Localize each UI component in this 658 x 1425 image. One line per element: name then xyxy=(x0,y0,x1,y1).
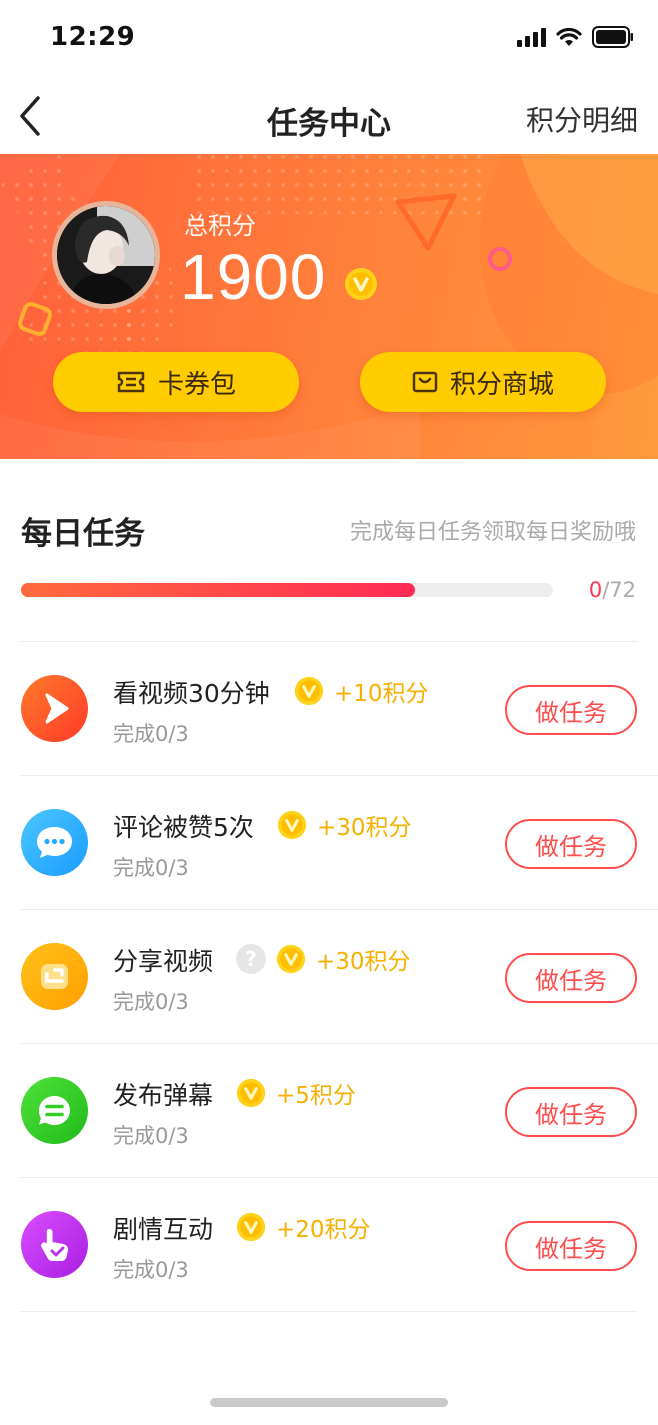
task-progress: 完成0/3 xyxy=(113,990,189,1014)
battery-icon xyxy=(592,26,633,48)
home-indicator[interactable] xyxy=(210,1398,448,1407)
danmaku-icon xyxy=(21,1077,88,1144)
task-item-watch-video: 看视频30分钟 +10积分 完成0/3 做任务 xyxy=(0,642,658,776)
task-name: 评论被赞5次 xyxy=(113,813,254,842)
task-reward-group: +20积分 xyxy=(236,1210,371,1244)
coin-v-icon xyxy=(277,810,307,840)
back-button[interactable] xyxy=(14,94,50,138)
daily-tasks-hint: 完成每日任务领取每日奖励哦 xyxy=(349,520,636,545)
coin-v-icon xyxy=(276,944,306,974)
divider xyxy=(21,1311,637,1312)
wifi-icon xyxy=(556,27,582,46)
points-banner: 总积分 1900 卡券包 积分商城 xyxy=(0,154,658,459)
coin-v-icon xyxy=(236,1212,266,1242)
total-points-value: 1900 xyxy=(180,241,327,313)
do-task-button[interactable]: 做任务 xyxy=(505,1221,637,1271)
comment-icon xyxy=(21,809,88,876)
share-icon xyxy=(21,943,88,1010)
task-progress: 完成0/3 xyxy=(113,722,189,746)
ticket-icon xyxy=(117,371,145,393)
status-time: 12:29 xyxy=(50,22,136,52)
task-reward: +30积分 xyxy=(317,815,412,841)
task-name: 剧情互动 xyxy=(113,1215,214,1244)
task-reward-group: +30积分 xyxy=(277,808,412,842)
daily-tasks-title: 每日任务 xyxy=(21,516,145,552)
do-task-button[interactable]: 做任务 xyxy=(505,685,637,735)
nav-bar: 任务中心 积分明细 xyxy=(0,78,658,154)
task-progress: 完成0/3 xyxy=(113,856,189,880)
task-reward: +10积分 xyxy=(334,681,429,707)
help-icon[interactable]: ? xyxy=(236,944,266,974)
daily-progress-bar xyxy=(21,583,553,597)
task-progress: 完成0/3 xyxy=(113,1124,189,1148)
points-detail-link[interactable]: 积分明细 xyxy=(526,99,638,139)
task-item-share-video: 分享视频 ? +30积分 完成0/3 做任务 xyxy=(0,910,658,1044)
status-icons xyxy=(517,26,634,48)
task-reward-group: +10积分 xyxy=(294,674,429,708)
daily-progress-text: 0/72 xyxy=(589,578,636,602)
daily-progress-fill xyxy=(21,583,415,597)
avatar[interactable] xyxy=(52,201,160,309)
task-reward-group: ? +30积分 xyxy=(236,942,411,976)
task-item-story-interaction: 剧情互动 +20积分 完成0/3 做任务 xyxy=(0,1178,658,1312)
progress-total: /72 xyxy=(602,578,636,602)
points-mall-label: 积分商城 xyxy=(449,369,554,400)
do-task-button[interactable]: 做任务 xyxy=(505,1087,637,1137)
total-points-label: 总积分 xyxy=(184,212,256,240)
status-bar: 12:29 xyxy=(0,0,658,78)
signal-icon xyxy=(517,27,546,47)
task-item-comment-likes: 评论被赞5次 +30积分 完成0/3 做任务 xyxy=(0,776,658,910)
progress-current: 0 xyxy=(588,578,603,602)
coin-v-icon xyxy=(345,268,377,300)
do-task-button[interactable]: 做任务 xyxy=(505,819,637,869)
coupon-wallet-button[interactable]: 卡券包 xyxy=(53,352,299,412)
task-reward: +20积分 xyxy=(276,1217,371,1243)
task-name: 发布弹幕 xyxy=(113,1081,214,1110)
coin-v-icon xyxy=(236,1078,266,1108)
task-reward-group: +5积分 xyxy=(236,1076,356,1110)
task-name: 看视频30分钟 xyxy=(113,679,270,708)
coupon-wallet-label: 卡券包 xyxy=(157,369,236,400)
tap-hand-icon xyxy=(21,1211,88,1278)
points-mall-button[interactable]: 积分商城 xyxy=(360,352,606,412)
task-progress: 完成0/3 xyxy=(113,1258,189,1282)
mall-icon xyxy=(412,371,438,393)
coin-v-icon xyxy=(294,676,324,706)
task-reward: +30积分 xyxy=(316,949,411,975)
task-item-post-danmaku: 发布弹幕 +5积分 完成0/3 做任务 xyxy=(0,1044,658,1178)
avatar-photo xyxy=(57,206,155,304)
task-reward: +5积分 xyxy=(276,1083,356,1109)
back-chevron-icon xyxy=(20,96,40,136)
do-task-button[interactable]: 做任务 xyxy=(505,953,637,1003)
play-icon xyxy=(21,675,88,742)
task-name: 分享视频 xyxy=(113,947,214,976)
